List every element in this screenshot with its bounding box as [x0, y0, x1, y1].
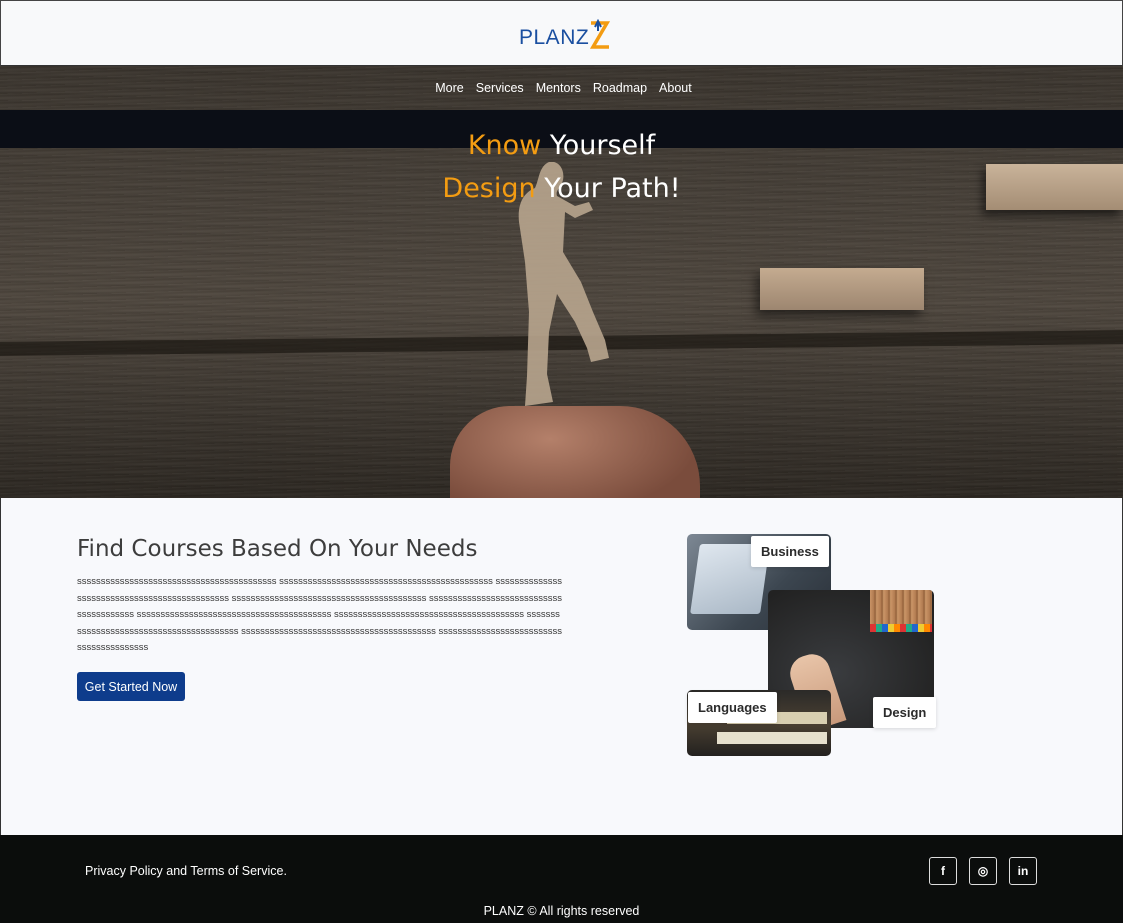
hero-banner: More Services Mentors Roadmap About Know… [0, 66, 1123, 498]
headline-design: Design [442, 173, 536, 204]
main-nav: More Services Mentors Roadmap About [0, 81, 1123, 95]
social-links: f ◎ in [929, 857, 1037, 885]
privacy-terms-link[interactable]: Privacy Policy and Terms of Service. [85, 864, 287, 878]
languages-tag: Languages [688, 692, 777, 723]
copyright-text: PLANZ © All rights reserved [483, 904, 640, 918]
logo-z-mark-icon [590, 19, 611, 49]
design-tag: Design [873, 697, 937, 728]
nav-mentors[interactable]: Mentors [536, 81, 581, 95]
business-tag: Business [751, 536, 829, 567]
headline-know: Know [467, 130, 542, 161]
planz-logo[interactable]: PLANZ [519, 17, 612, 51]
courses-title: Find Courses Based On Your Needs [77, 536, 478, 562]
courses-description: ssssssssssssssssssssssssssssssssssssssss… [77, 576, 563, 654]
get-started-button[interactable]: Get Started Now [77, 672, 185, 701]
hero-finger-image [450, 406, 700, 498]
headline-your-path: Your Path! [535, 173, 681, 204]
linkedin-icon[interactable]: in [1009, 857, 1037, 885]
nav-roadmap[interactable]: Roadmap [593, 81, 647, 95]
facebook-icon[interactable]: f [929, 857, 957, 885]
nav-about[interactable]: About [659, 81, 692, 95]
course-categories-collage: Business Languages Design [687, 534, 937, 760]
nav-more[interactable]: More [435, 81, 463, 95]
nav-services[interactable]: Services [476, 81, 524, 95]
hero-headline: Know Yourself Design Your Path! [0, 124, 1123, 210]
site-footer: Privacy Policy and Terms of Service. f ◎… [0, 835, 1123, 923]
headline-yourself: Yourself [541, 130, 656, 161]
site-header: PLANZ [0, 0, 1123, 66]
courses-section: Find Courses Based On Your Needs sssssss… [0, 498, 1123, 835]
instagram-icon[interactable]: ◎ [969, 857, 997, 885]
wood-step-lower [760, 268, 924, 310]
logo-text: PLANZ [519, 26, 590, 49]
